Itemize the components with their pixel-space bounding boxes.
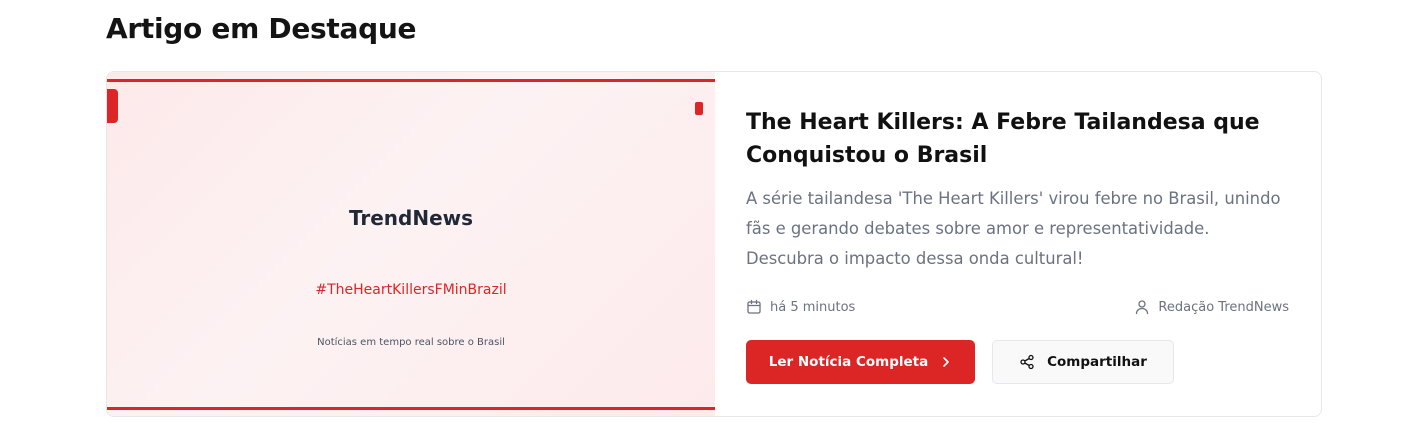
article-author: Redação TrendNews — [1134, 295, 1289, 319]
share-button[interactable]: Compartilhar — [992, 340, 1174, 384]
image-corner-accent-left — [107, 89, 118, 123]
image-logo-text: TrendNews — [348, 206, 474, 230]
article-image[interactable]: TrendNews #TheHeartKillersFMinBrazil Not… — [107, 72, 715, 416]
image-corner-accent-right — [695, 102, 703, 115]
calendar-icon — [746, 299, 762, 315]
user-icon — [1134, 299, 1150, 315]
chevron-right-icon — [940, 356, 952, 368]
article-summary: A série tailandesa 'The Heart Killers' v… — [746, 189, 1281, 268]
read-full-article-label: Ler Notícia Completa — [768, 354, 929, 370]
section-title: Artigo em Destaque — [106, 12, 417, 45]
share-label: Compartilhar — [1047, 354, 1147, 370]
image-bottom-stripe — [107, 407, 715, 410]
featured-article-card: TrendNews #TheHeartKillersFMinBrazil Not… — [106, 71, 1322, 417]
article-headline[interactable]: The Heart Killers: A Febre Tailandesa qu… — [746, 106, 1291, 172]
article-meta: há 5 minutos Redação TrendNews — [746, 295, 1291, 319]
image-hashtag: #TheHeartKillersFMinBrazil — [315, 282, 507, 298]
article-date: há 5 minutos — [746, 295, 855, 319]
article-date-text: há 5 minutos — [770, 299, 856, 315]
article-content: The Heart Killers: A Febre Tailandesa qu… — [746, 72, 1296, 416]
share-icon — [1019, 354, 1035, 370]
read-full-article-button[interactable]: Ler Notícia Completa — [746, 340, 975, 384]
article-author-text: Redação TrendNews — [1158, 299, 1289, 315]
image-top-stripe — [107, 79, 715, 82]
image-tagline: Notícias em tempo real sobre o Brasil — [317, 337, 505, 348]
